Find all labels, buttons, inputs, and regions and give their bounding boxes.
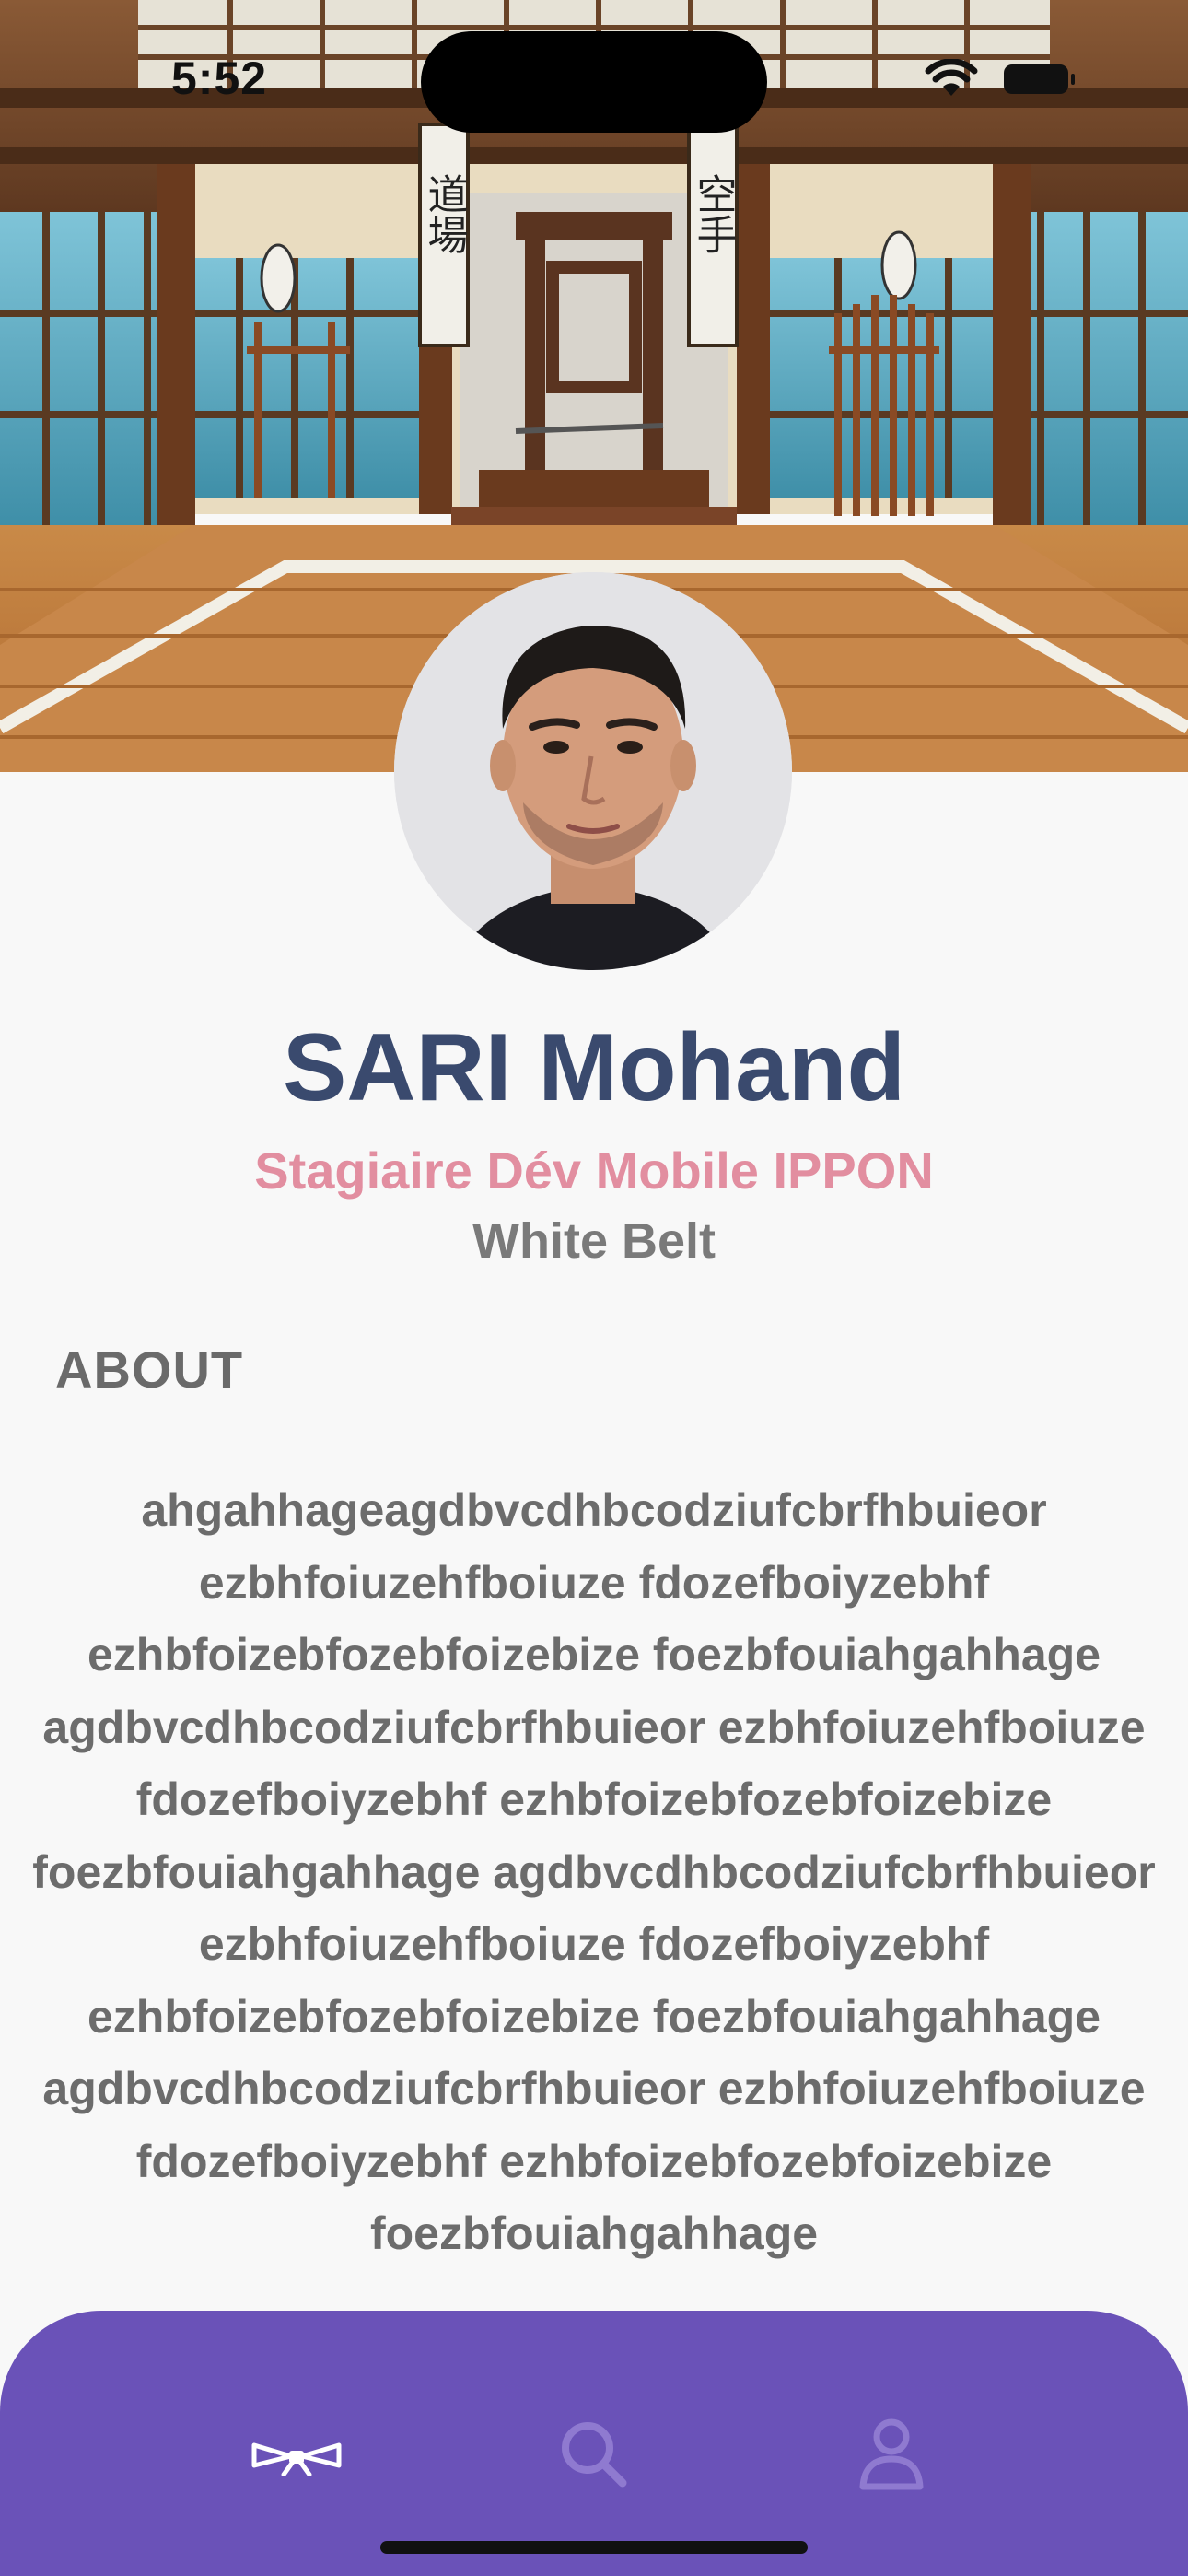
- profile-name: SARI Mohand: [283, 1014, 905, 1121]
- battery-icon: [1004, 64, 1075, 94]
- status-time: 5:52: [171, 53, 268, 104]
- avatar: [394, 572, 792, 970]
- person-icon: [859, 2418, 924, 2490]
- left-sign-text: 道場: [421, 173, 468, 254]
- right-sign-text: 空手: [690, 173, 737, 254]
- search-icon: [562, 2422, 627, 2488]
- about-scroll-area[interactable]: ahgahhageagdbvcdhbcodziufcbrfhbuieor ezb…: [0, 1474, 1188, 2318]
- avatar-photo: [394, 572, 792, 970]
- profile-role: Stagiaire Dév Mobile IPPON: [254, 1142, 934, 1200]
- wifi-icon: [925, 58, 978, 102]
- bottom-tab-bar: [0, 2311, 1188, 2576]
- dynamic-island: [421, 31, 767, 133]
- tab-search[interactable]: [529, 2403, 658, 2504]
- tab-belt-home[interactable]: [232, 2403, 361, 2504]
- belt-icon: [251, 2442, 342, 2476]
- home-indicator: [380, 2541, 808, 2554]
- profile-belt-rank: White Belt: [472, 1213, 716, 1269]
- about-section-title: ABOUT: [55, 1341, 244, 1399]
- tab-profile[interactable]: [827, 2403, 956, 2504]
- about-text: ahgahhageagdbvcdhbcodziufcbrfhbuieor ezb…: [32, 1484, 1156, 2259]
